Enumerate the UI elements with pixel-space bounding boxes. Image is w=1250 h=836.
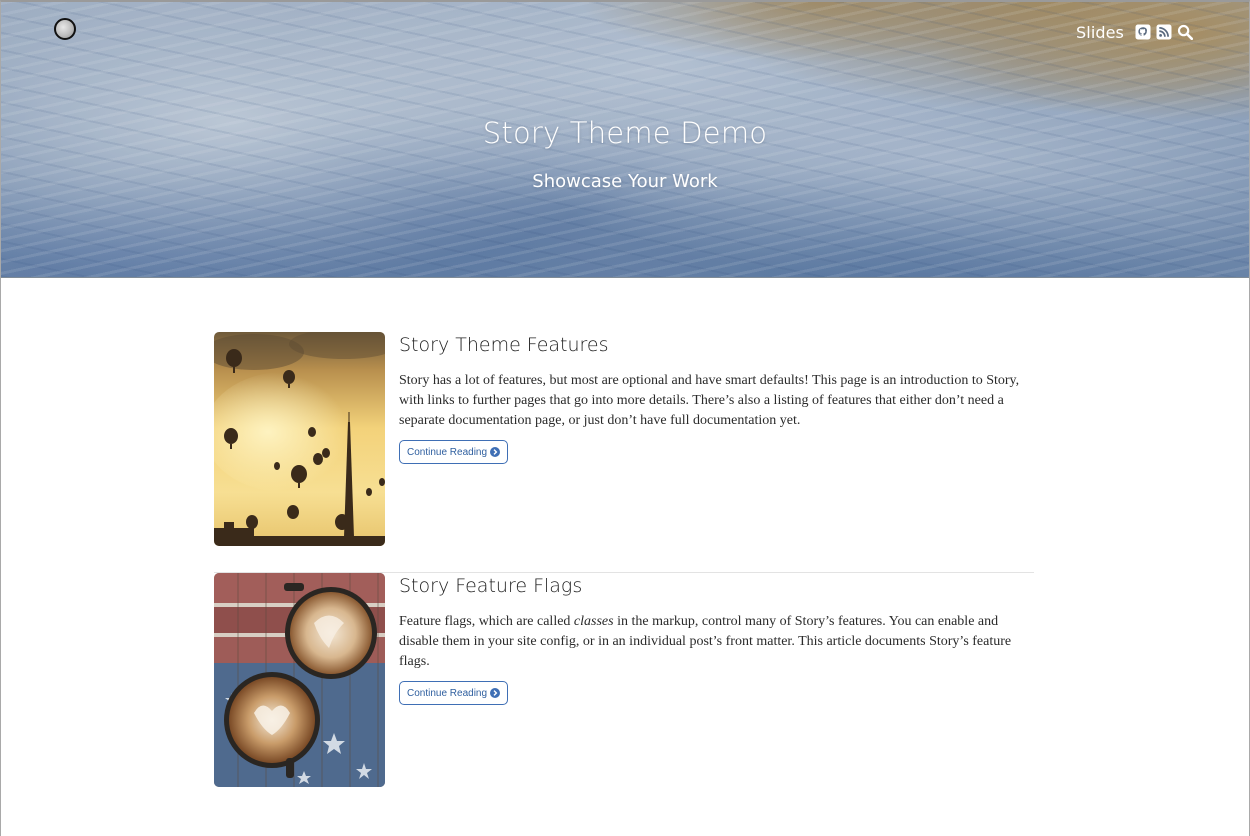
hot-air-balloons-image[interactable] (214, 332, 385, 546)
article-title[interactable]: Story Feature Flags (399, 574, 1039, 598)
continue-reading-label: Continue Reading (407, 446, 488, 458)
github-icon[interactable] (1135, 24, 1151, 40)
moon-avatar-icon[interactable] (54, 18, 76, 40)
site-subtitle: Showcase Your Work (532, 171, 718, 192)
article-title[interactable]: Story Theme Features (399, 333, 1039, 357)
article-body: Story Feature Flags Feature flags, which… (399, 573, 1039, 705)
continue-reading-label: Continue Reading (407, 687, 488, 699)
article-card: Story Feature Flags Feature flags, which… (214, 573, 1034, 787)
site-title: Story Theme Demo (482, 116, 768, 150)
article-card: Story Theme Features Story has a lot of … (214, 332, 1034, 546)
excerpt-emphasis: classes (573, 614, 614, 629)
continue-reading-button[interactable]: Continue Reading (399, 681, 509, 705)
chevron-circle-right-icon (490, 688, 501, 698)
coffee-cups-image[interactable] (214, 573, 385, 787)
hero-banner: Slides Story Theme Demo Showcase Your Wo… (1, 2, 1249, 278)
article-body: Story Theme Features Story has a lot of … (399, 332, 1039, 464)
continue-reading-button[interactable]: Continue Reading (399, 440, 509, 464)
article-excerpt: Feature flags, which are called classes … (399, 612, 1039, 672)
page-frame: Slides Story Theme Demo Showcase Your Wo… (0, 0, 1250, 836)
search-icon[interactable] (1177, 24, 1193, 40)
excerpt-text: Feature flags, which are called (399, 614, 574, 629)
nav-slides-link[interactable]: Slides (1076, 23, 1124, 42)
top-nav: Slides (1076, 21, 1193, 43)
chevron-circle-right-icon (490, 447, 501, 457)
article-list: Story Theme Features Story has a lot of … (214, 332, 1034, 787)
article-excerpt: Story has a lot of features, but most ar… (399, 373, 1020, 428)
rss-icon[interactable] (1156, 24, 1172, 40)
